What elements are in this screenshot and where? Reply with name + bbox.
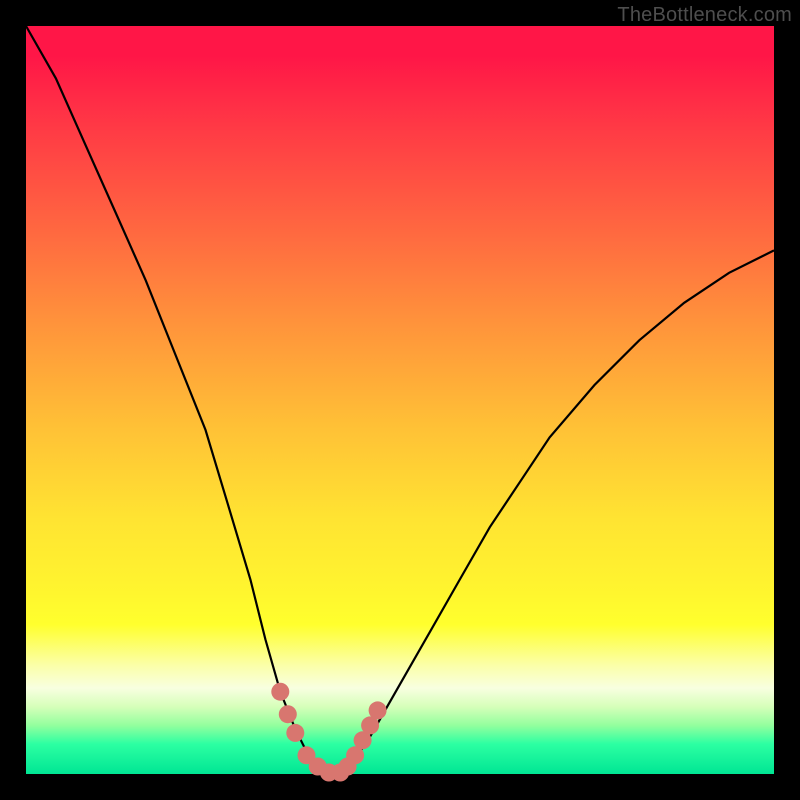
curve-marker [271, 683, 289, 701]
curve-marker [286, 724, 304, 742]
curve-svg [26, 26, 774, 774]
bottleneck-curve [26, 26, 774, 774]
curve-marker [279, 705, 297, 723]
curve-marker [369, 701, 387, 719]
chart-frame: TheBottleneck.com [0, 0, 800, 800]
plot-area [26, 26, 774, 774]
curve-markers [271, 683, 386, 782]
watermark-text: TheBottleneck.com [617, 4, 792, 27]
